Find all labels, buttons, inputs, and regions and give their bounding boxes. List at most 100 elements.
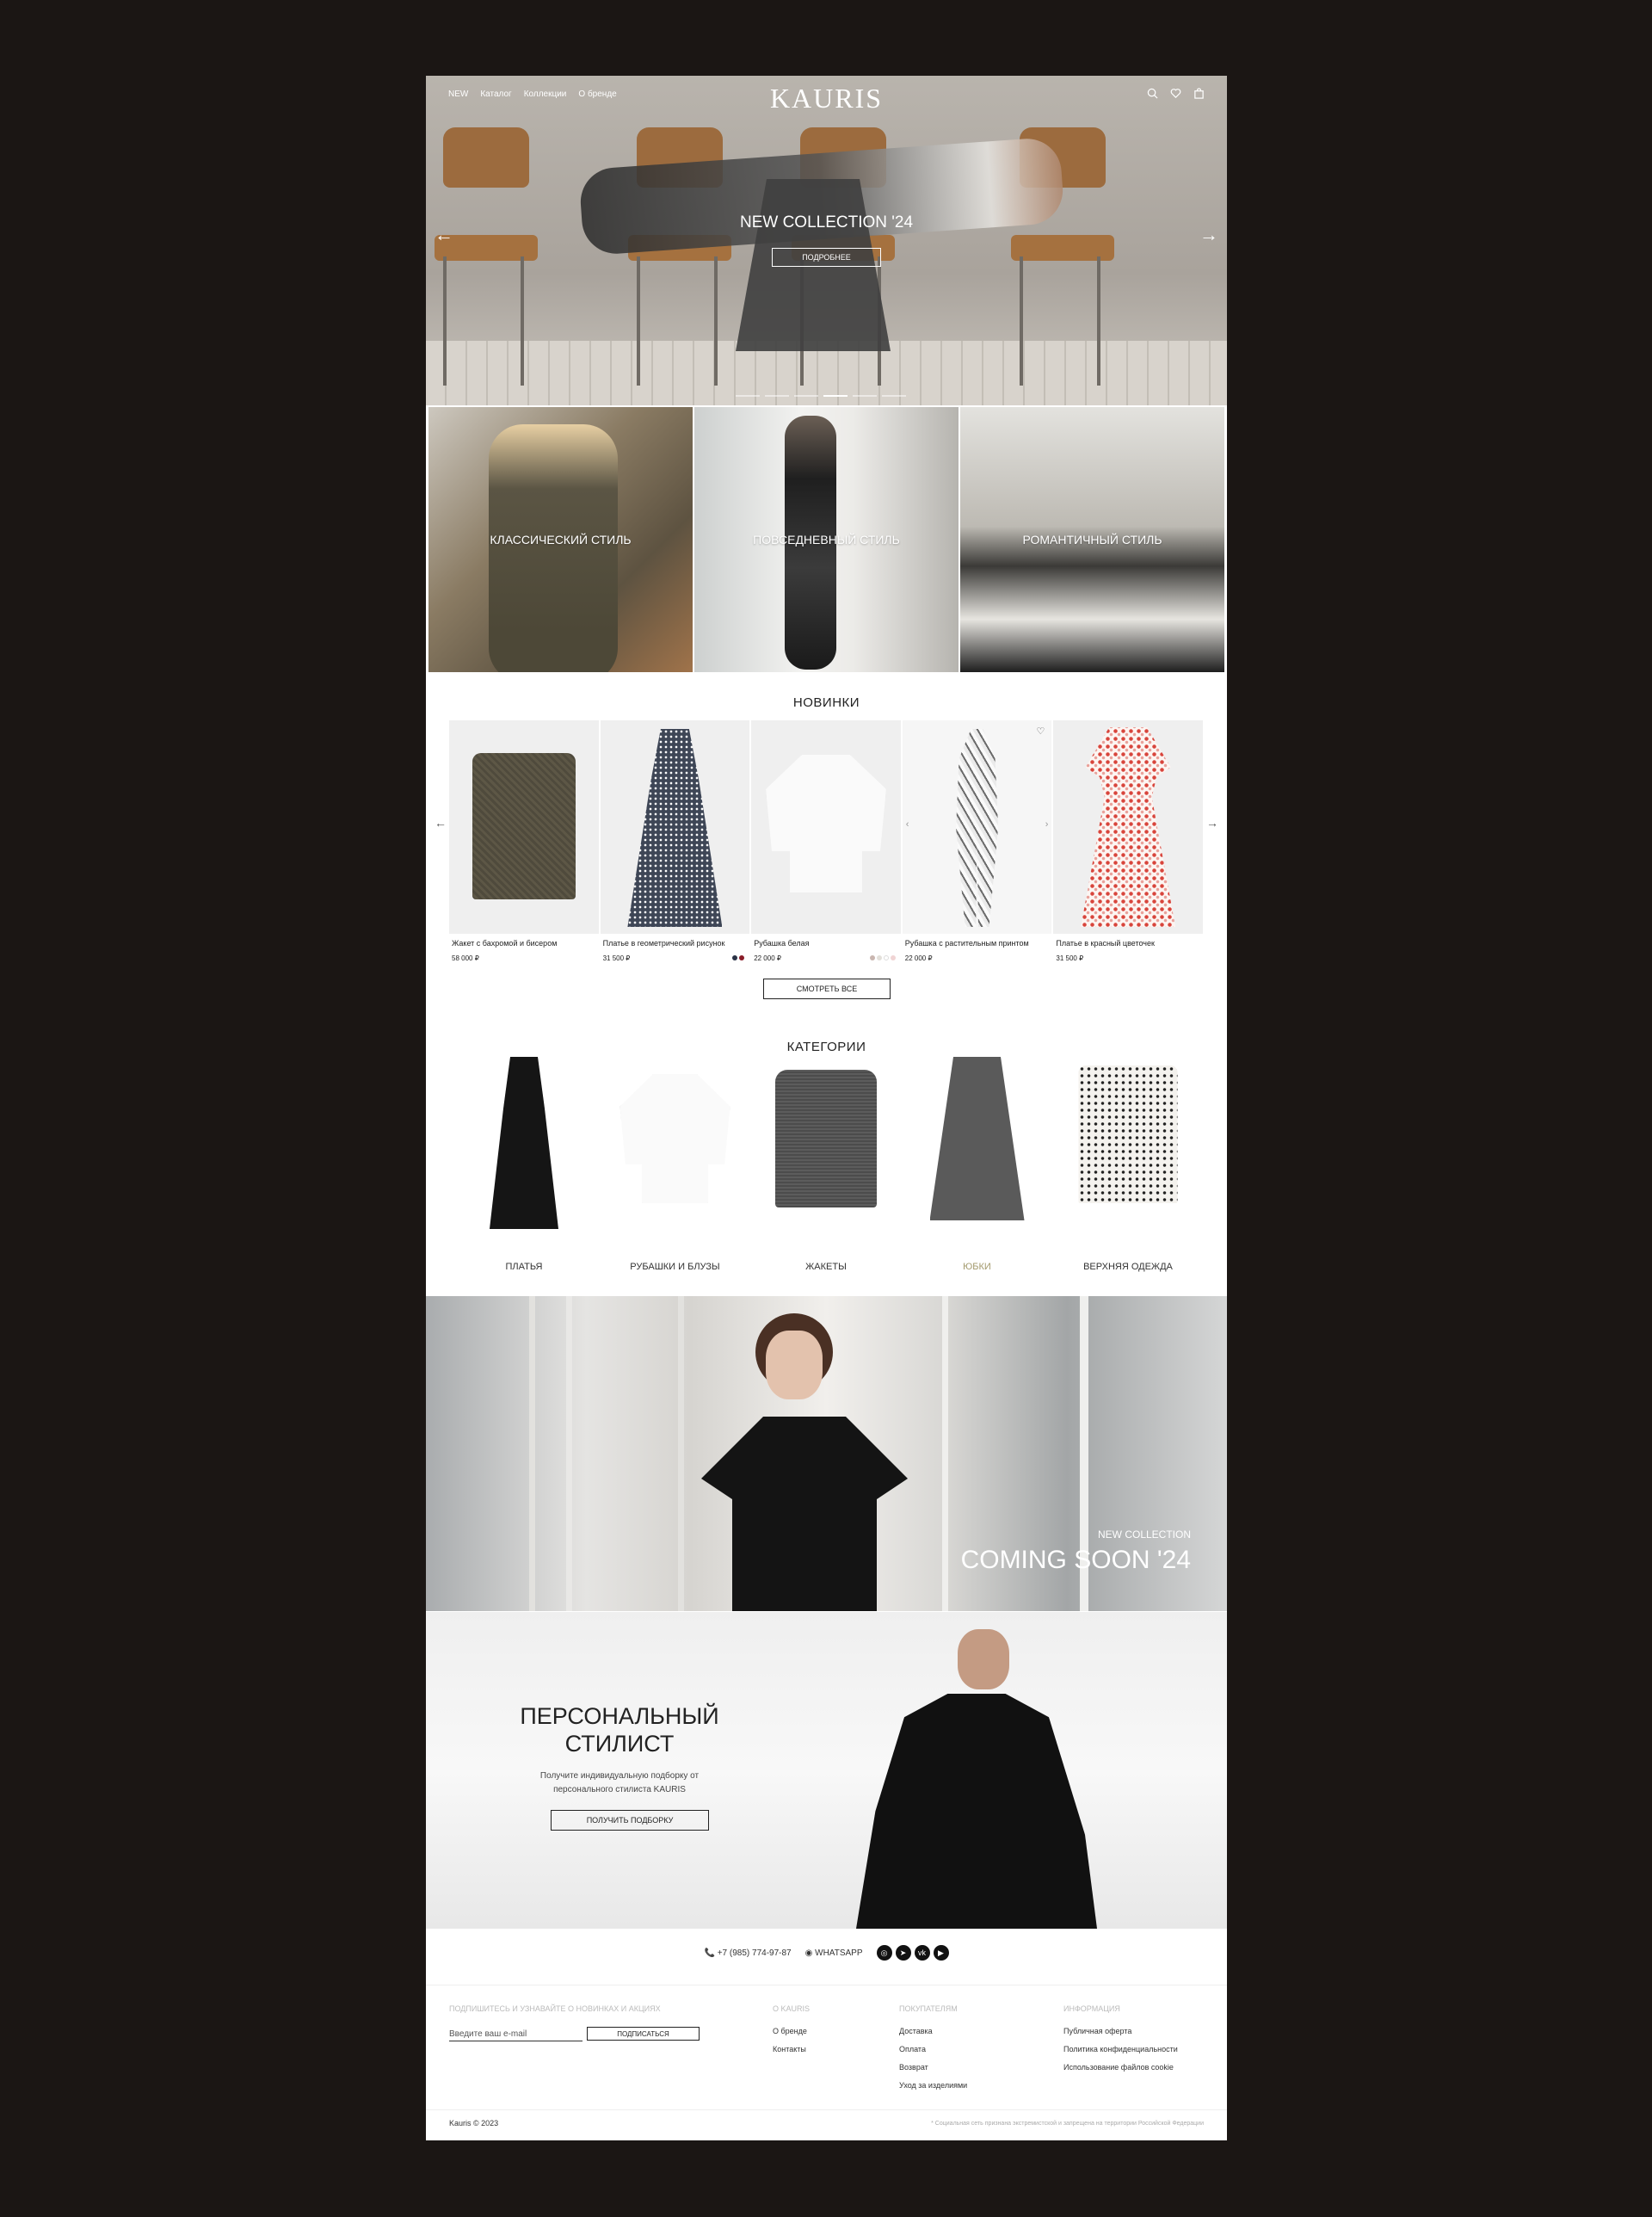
swatch[interactable] [739,955,745,960]
product-name[interactable]: Платье в геометрический рисунок [601,939,750,948]
footer-heading: ПОКУПАТЕЛЯМ [899,2004,958,2013]
hero-title: NEW COLLECTION '24 [739,213,914,232]
hero-dot[interactable] [853,395,877,397]
whatsapp-label: WHATSAPP [815,1948,863,1958]
category-jackets[interactable]: ЖАКЕТЫ [754,1057,898,1272]
search-icon[interactable] [1147,88,1158,102]
hero-slider: NEW Каталог Коллекции О бренде KAURIS ← … [426,76,1227,405]
logo[interactable]: KAURIS [426,83,1227,114]
hero-dot[interactable] [882,395,906,397]
color-swatches [730,954,745,962]
product-card[interactable]: Платье в геометрический рисунок 31 500 ₽ [600,720,750,962]
phone-link[interactable]: 📞 +7 (985) 774-97-87 [704,1948,791,1958]
window-frame [529,1296,684,1611]
banner-model-dress [701,1417,908,1611]
category-label: РУБАШКИ И БЛУЗЫ [630,1262,720,1272]
footer-link-privacy[interactable]: Политика конфиденциальности [1063,2045,1178,2053]
style-card-casual[interactable]: ПОВСЕДНЕВНЫЙ СТИЛЬ [694,407,959,672]
swatch[interactable] [876,955,882,960]
phone-icon: 📞 [704,1948,715,1958]
hero-dot[interactable] [765,395,789,397]
page: NEW Каталог Коллекции О бренде KAURIS ← … [426,76,1227,2140]
product-card[interactable]: ♡ ‹ › Рубашка с растительным принтом 22 … [902,720,1052,962]
product-image[interactable] [1053,720,1203,934]
copyright: Kauris © 2023 [449,2119,499,2127]
view-all-button[interactable]: СМОТРЕТЬ ВСЕ [763,979,891,999]
hero-dot-active[interactable] [823,395,848,397]
style-card-classic[interactable]: КЛАССИЧЕСКИЙ СТИЛЬ [428,407,693,672]
banner-title: COMING SOON '24 [960,1546,1191,1574]
footer-bottom-divider [426,2109,1227,2110]
subscribe-heading: ПОДПИШИТЕСЬ И УЗНАВАЙТЕ О НОВИНКАХ И АКЦ… [449,2004,661,2013]
whatsapp-link[interactable]: ◉ WHATSAPP [805,1948,863,1958]
image-next-icon[interactable]: › [1045,819,1049,830]
bag-icon[interactable] [1193,88,1205,102]
footer-link-payment[interactable]: Оплата [899,2045,967,2053]
get-selection-button[interactable]: ПОЛУЧИТЬ ПОДБОРКУ [551,1810,709,1831]
product-image[interactable] [751,720,901,934]
category-skirts[interactable]: ЮБКИ [905,1057,1050,1272]
color-swatches [868,954,896,962]
category-label: ЮБКИ [963,1262,991,1272]
footer-heading: ИНФОРМАЦИЯ [1063,2004,1120,2013]
product-image[interactable] [449,720,599,934]
footer-link-offer[interactable]: Публичная оферта [1063,2027,1178,2035]
footer-link-about[interactable]: О бренде [773,2027,810,2035]
category-shirts[interactable]: РУБАШКИ И БЛУЗЫ [603,1057,748,1272]
footer-link-delivery[interactable]: Доставка [899,2027,967,2035]
swatch[interactable] [869,955,875,960]
phone-number: +7 (985) 774-97-87 [717,1948,792,1958]
stylist-model-dress [856,1694,1097,1929]
footer-link-cookies[interactable]: Использование файлов cookie [1063,2063,1178,2072]
product-name[interactable]: Платье в красный цветочек [1053,939,1203,948]
style-card-label: КЛАССИЧЕСКИЙ СТИЛЬ [490,533,632,547]
category-label: ПЛАТЬЯ [505,1262,543,1272]
category-label: ВЕРХНЯЯ ОДЕЖДА [1083,1262,1173,1272]
product-name[interactable]: Рубашка с растительным принтом [903,939,1052,948]
product-card[interactable]: Платье в красный цветочек 31 500 ₽ [1053,720,1203,962]
stylist-title: ПЕРСОНАЛЬНЫЙ СТИЛИСТ [520,1703,719,1757]
banner-model-face [766,1331,823,1399]
products-carousel: Жакет с бахромой и бисером 58 000 ₽ Плат… [449,720,1203,962]
footer-link-care[interactable]: Уход за изделиями [899,2081,967,2090]
footer-about: О KAURIS О бренде Контакты [773,2004,810,2063]
product-price: 31 500 ₽ [1056,954,1084,962]
swatch[interactable] [890,955,896,960]
hero-pagination [736,395,906,397]
image-prev-icon[interactable]: ‹ [906,819,909,830]
instagram-icon[interactable]: ◎ [876,1945,892,1961]
banner-subtitle: NEW COLLECTION [1097,1528,1191,1541]
category-outerwear[interactable]: ВЕРХНЯЯ ОДЕЖДА [1056,1057,1200,1272]
subscribe-button[interactable]: ПОДПИСАТЬСЯ [587,2027,700,2041]
style-card-romantic[interactable]: РОМАНТИЧНЫЙ СТИЛЬ [960,407,1224,672]
product-image[interactable] [600,720,750,934]
vk-icon[interactable]: vk [914,1945,930,1961]
products-next-arrow[interactable]: → [1206,816,1218,830]
product-price: 58 000 ₽ [452,954,479,962]
product-card[interactable]: Жакет с бахромой и бисером 58 000 ₽ [449,720,599,962]
product-card[interactable]: Рубашка белая 22 000 ₽ [751,720,901,962]
footer-link-return[interactable]: Возврат [899,2063,967,2072]
products-prev-arrow[interactable]: ← [435,816,447,830]
category-dresses[interactable]: ПЛАТЬЯ [452,1057,596,1272]
hero-dot[interactable] [736,395,760,397]
email-field[interactable]: Введите ваш e-mail [449,2029,583,2041]
swatch[interactable] [883,955,889,960]
telegram-icon[interactable]: ➤ [895,1945,911,1961]
product-name[interactable]: Жакет с бахромой и бисером [449,939,599,948]
contacts-bar: 📞 +7 (985) 774-97-87 ◉ WHATSAPP ◎ ➤ vk ▶ [426,1945,1227,1961]
whatsapp-icon: ◉ [804,1948,813,1958]
heart-icon[interactable]: ♡ [1037,726,1045,737]
product-image[interactable]: ♡ ‹ › [902,720,1052,934]
coming-soon-banner[interactable]: NEW COLLECTION COMING SOON '24 [426,1296,1227,1611]
product-price: 22 000 ₽ [754,954,781,962]
youtube-icon[interactable]: ▶ [933,1945,949,1961]
heart-icon[interactable] [1170,88,1181,102]
product-name[interactable]: Рубашка белая [751,939,901,948]
stylist-text: Получите индивидуальную подборку от перс… [539,1771,700,1794]
header-icons [1147,88,1205,102]
footer-link-contacts[interactable]: Контакты [773,2045,810,2053]
swatch[interactable] [732,955,738,960]
hero-more-button[interactable]: ПОДРОБНЕЕ [772,248,881,267]
hero-dot[interactable] [794,395,818,397]
